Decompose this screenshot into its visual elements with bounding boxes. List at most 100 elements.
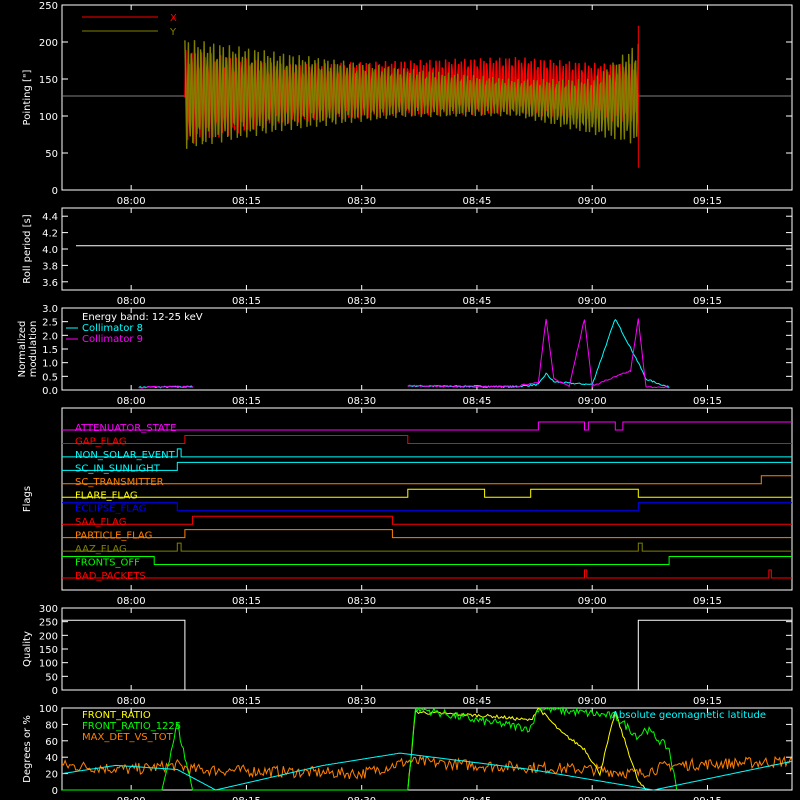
ratio-series-Absolute-geomagnetic-latitude xyxy=(61,752,793,791)
y-axis-label: Degrees or % xyxy=(22,715,33,783)
y-tick-label: 2.0 xyxy=(42,331,58,342)
time-tick-label: 08:45 xyxy=(463,296,492,307)
time-tick-label: 08:30 xyxy=(347,396,376,407)
time-tick-label: 08:15 xyxy=(232,696,261,707)
y-tick-label: 0 xyxy=(52,786,58,797)
y-tick-label: 50 xyxy=(45,672,58,683)
flag-label-SAA_FLAG: SAA_FLAG xyxy=(75,517,126,528)
time-tick-label: 09:15 xyxy=(693,396,722,407)
flag-label-FLARE_FLAG: FLARE_FLAG xyxy=(75,490,138,501)
time-tick-label: 08:15 xyxy=(232,396,261,407)
time-tick-label: 09:00 xyxy=(578,696,607,707)
y-tick-label: 200 xyxy=(39,38,58,49)
flag-label-ATTENUATOR_STATE: ATTENUATOR_STATE xyxy=(75,423,176,434)
y-tick-label: 4.4 xyxy=(42,212,58,223)
time-tick-label: 08:00 xyxy=(117,596,146,607)
time-tick-label: 08:00 xyxy=(117,796,146,800)
y-tick-label: 100 xyxy=(39,704,58,715)
time-tick-label: 08:00 xyxy=(117,696,146,707)
y-tick-label: 50 xyxy=(45,149,58,160)
legend-label: FRONT_RATIO xyxy=(82,710,151,721)
flag-line-FRONTS_OFF xyxy=(62,556,792,565)
y-tick-label: 3.6 xyxy=(42,278,58,289)
time-tick-label: 08:45 xyxy=(463,396,492,407)
flag-label-PARTICLE_FLAG: PARTICLE_FLAG xyxy=(75,531,152,542)
time-tick-label: 08:15 xyxy=(232,596,261,607)
y-tick-label: 0 xyxy=(52,686,58,697)
y-tick-label: 1.0 xyxy=(42,359,58,370)
time-tick-label: 08:30 xyxy=(347,696,376,707)
y-tick-label: 200 xyxy=(39,631,58,642)
time-tick-label: 08:30 xyxy=(347,296,376,307)
flag-label-SC_IN_SUNLIGHT: SC_IN_SUNLIGHT xyxy=(75,463,161,474)
y-tick-label: 0.0 xyxy=(42,386,58,397)
y-axis-label: Quality xyxy=(22,631,33,667)
y-tick-label: 100 xyxy=(39,112,58,123)
y-axis-label: Normalizedmodulation xyxy=(17,321,39,378)
y-tick-label: 80 xyxy=(45,720,58,731)
y-tick-label: 4.0 xyxy=(42,245,58,256)
legend-label: Absolute geomagnetic latitude xyxy=(612,710,766,721)
time-tick-label: 09:00 xyxy=(578,296,607,307)
y-tick-label: 20 xyxy=(45,770,58,781)
y-tick-label: 0.5 xyxy=(42,372,58,383)
flag-line-GAP_FLAG xyxy=(62,435,792,444)
y-tick-label: 3.8 xyxy=(42,261,58,272)
time-tick-label: 09:15 xyxy=(693,696,722,707)
time-tick-label: 08:15 xyxy=(232,796,261,800)
time-tick-label: 08:00 xyxy=(117,196,146,207)
flag-line-BAD_PACKETS xyxy=(62,569,792,579)
roll-period-panel-frame xyxy=(61,207,793,291)
time-tick-label: 09:15 xyxy=(693,796,722,800)
y-tick-label: 150 xyxy=(39,75,58,86)
rhessi-quicklook-figure: 08:00 08:15 08:30 08:45 09:00 09:15 0 50 100 150 2… xyxy=(17,1,793,800)
time-tick-label: 09:00 xyxy=(578,196,607,207)
time-tick-label: 08:15 xyxy=(232,296,261,307)
y-tick-label: 300 xyxy=(39,604,58,615)
y-tick-label: 40 xyxy=(45,753,58,764)
time-tick-label: 08:45 xyxy=(463,596,492,607)
flag-label-ECLIPSE_FLAG: ECLIPSE_FLAG xyxy=(75,504,146,515)
y-tick-label: 4.2 xyxy=(42,229,58,240)
time-tick-label: 09:15 xyxy=(693,296,722,307)
y-tick-label: 150 xyxy=(39,645,58,656)
flag-line-SAA_FLAG xyxy=(62,515,792,525)
flag-line-SC_TRANSMITTER xyxy=(62,475,792,485)
flag-label-GAP_FLAG: GAP_FLAG xyxy=(75,436,127,447)
time-tick-label: 09:15 xyxy=(693,196,722,207)
legend-label: Collimator 9 xyxy=(82,334,143,345)
y-axis-label: Roll period [s] xyxy=(22,214,33,283)
time-tick-label: 08:30 xyxy=(347,596,376,607)
y-tick-label: 2.5 xyxy=(42,318,58,329)
y-axis-label: Flags xyxy=(22,486,33,512)
legend-label: FRONT_RATIO_1225 xyxy=(82,721,181,732)
flags-panel-frame xyxy=(61,407,793,591)
time-tick-label: 08:45 xyxy=(463,796,492,800)
time-tick-label: 08:30 xyxy=(347,196,376,207)
time-tick-label: 09:00 xyxy=(578,796,607,800)
legend-label: Energy band: 12-25 keV xyxy=(82,312,203,323)
modulation-series-Collimator-8 xyxy=(407,318,670,389)
flag-label-NON_SOLAR_EVENT: NON_SOLAR_EVENT xyxy=(75,450,176,461)
time-tick-label: 08:00 xyxy=(117,296,146,307)
y-tick-label: 250 xyxy=(39,1,58,12)
time-tick-label: 08:45 xyxy=(463,196,492,207)
legend-label: MAX_DET_VS_TOT xyxy=(82,732,174,743)
time-tick-label: 08:00 xyxy=(117,396,146,407)
flag-line-FLARE_FLAG xyxy=(62,488,792,498)
time-tick-label: 08:45 xyxy=(463,696,492,707)
ratio-series-MAX_DET_VS_TOT xyxy=(61,755,793,780)
time-tick-label: 09:15 xyxy=(693,596,722,607)
ratio-series-FRONT_RATIO xyxy=(407,707,647,791)
y-tick-label: 0 xyxy=(52,186,58,197)
legend-label-X: X xyxy=(170,13,177,24)
y-tick-label: 3.0 xyxy=(42,304,58,315)
flag-label-FRONTS_OFF: FRONTS_OFF xyxy=(75,558,140,569)
y-tick-label: 100 xyxy=(39,659,58,670)
time-tick-label: 09:00 xyxy=(578,396,607,407)
legend-label: Collimator 8 xyxy=(82,323,143,334)
modulation-series-Collimator-9 xyxy=(407,318,670,389)
time-tick-label: 08:30 xyxy=(347,796,376,800)
y-tick-label: 60 xyxy=(45,737,58,748)
time-tick-label: 08:15 xyxy=(232,196,261,207)
